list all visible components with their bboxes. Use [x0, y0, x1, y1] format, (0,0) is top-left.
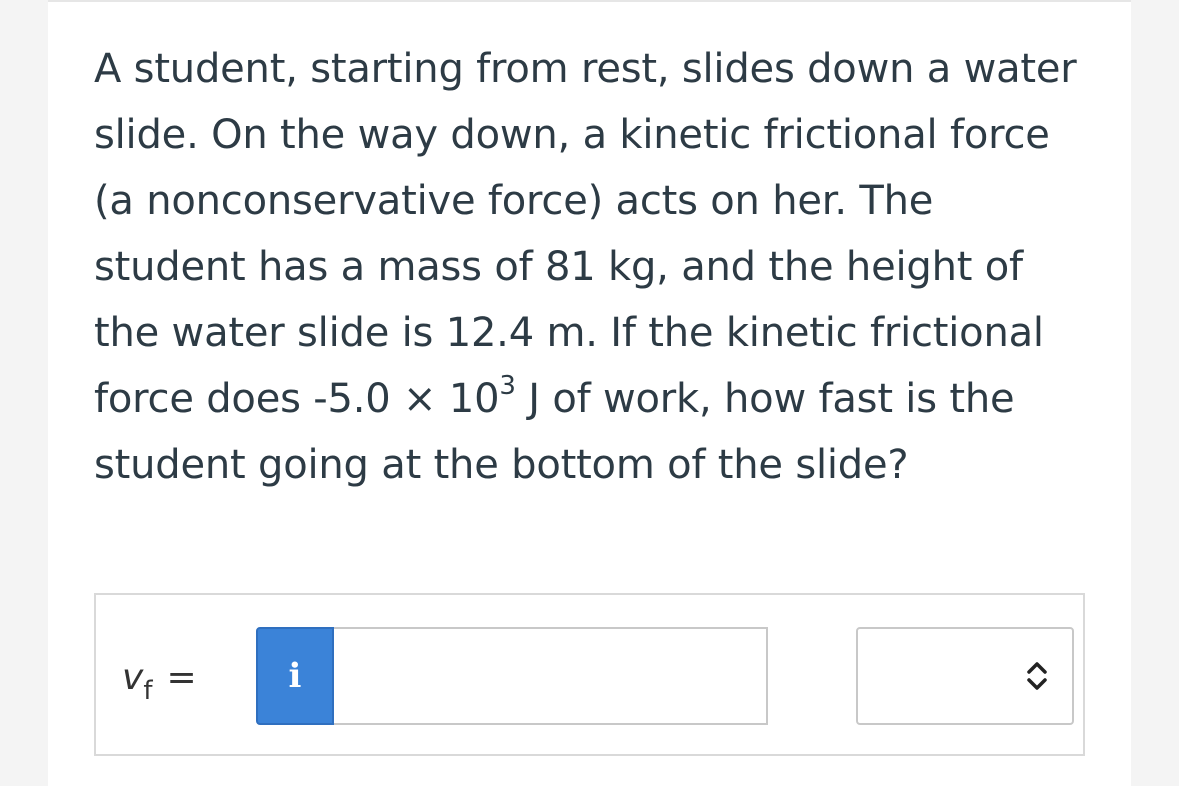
answer-box: vf = i — [94, 593, 1085, 756]
chevron-up-down-icon — [1027, 662, 1047, 690]
unit-select[interactable] — [856, 627, 1074, 725]
info-icon: i — [288, 656, 302, 696]
variable-label: vf = — [122, 657, 197, 706]
variable-subscript: f — [143, 676, 153, 706]
question-exponent: 3 — [499, 370, 516, 401]
variable-symbol: v — [122, 657, 144, 698]
equals-sign: = — [166, 657, 197, 698]
question-card: A student, starting from rest, slides do… — [48, 0, 1131, 786]
answer-value-input[interactable] — [334, 627, 768, 725]
info-button[interactable]: i — [256, 627, 334, 725]
question-text: A student, starting from rest, slides do… — [94, 36, 1094, 498]
question-text-main: A student, starting from rest, slides do… — [94, 46, 1077, 422]
